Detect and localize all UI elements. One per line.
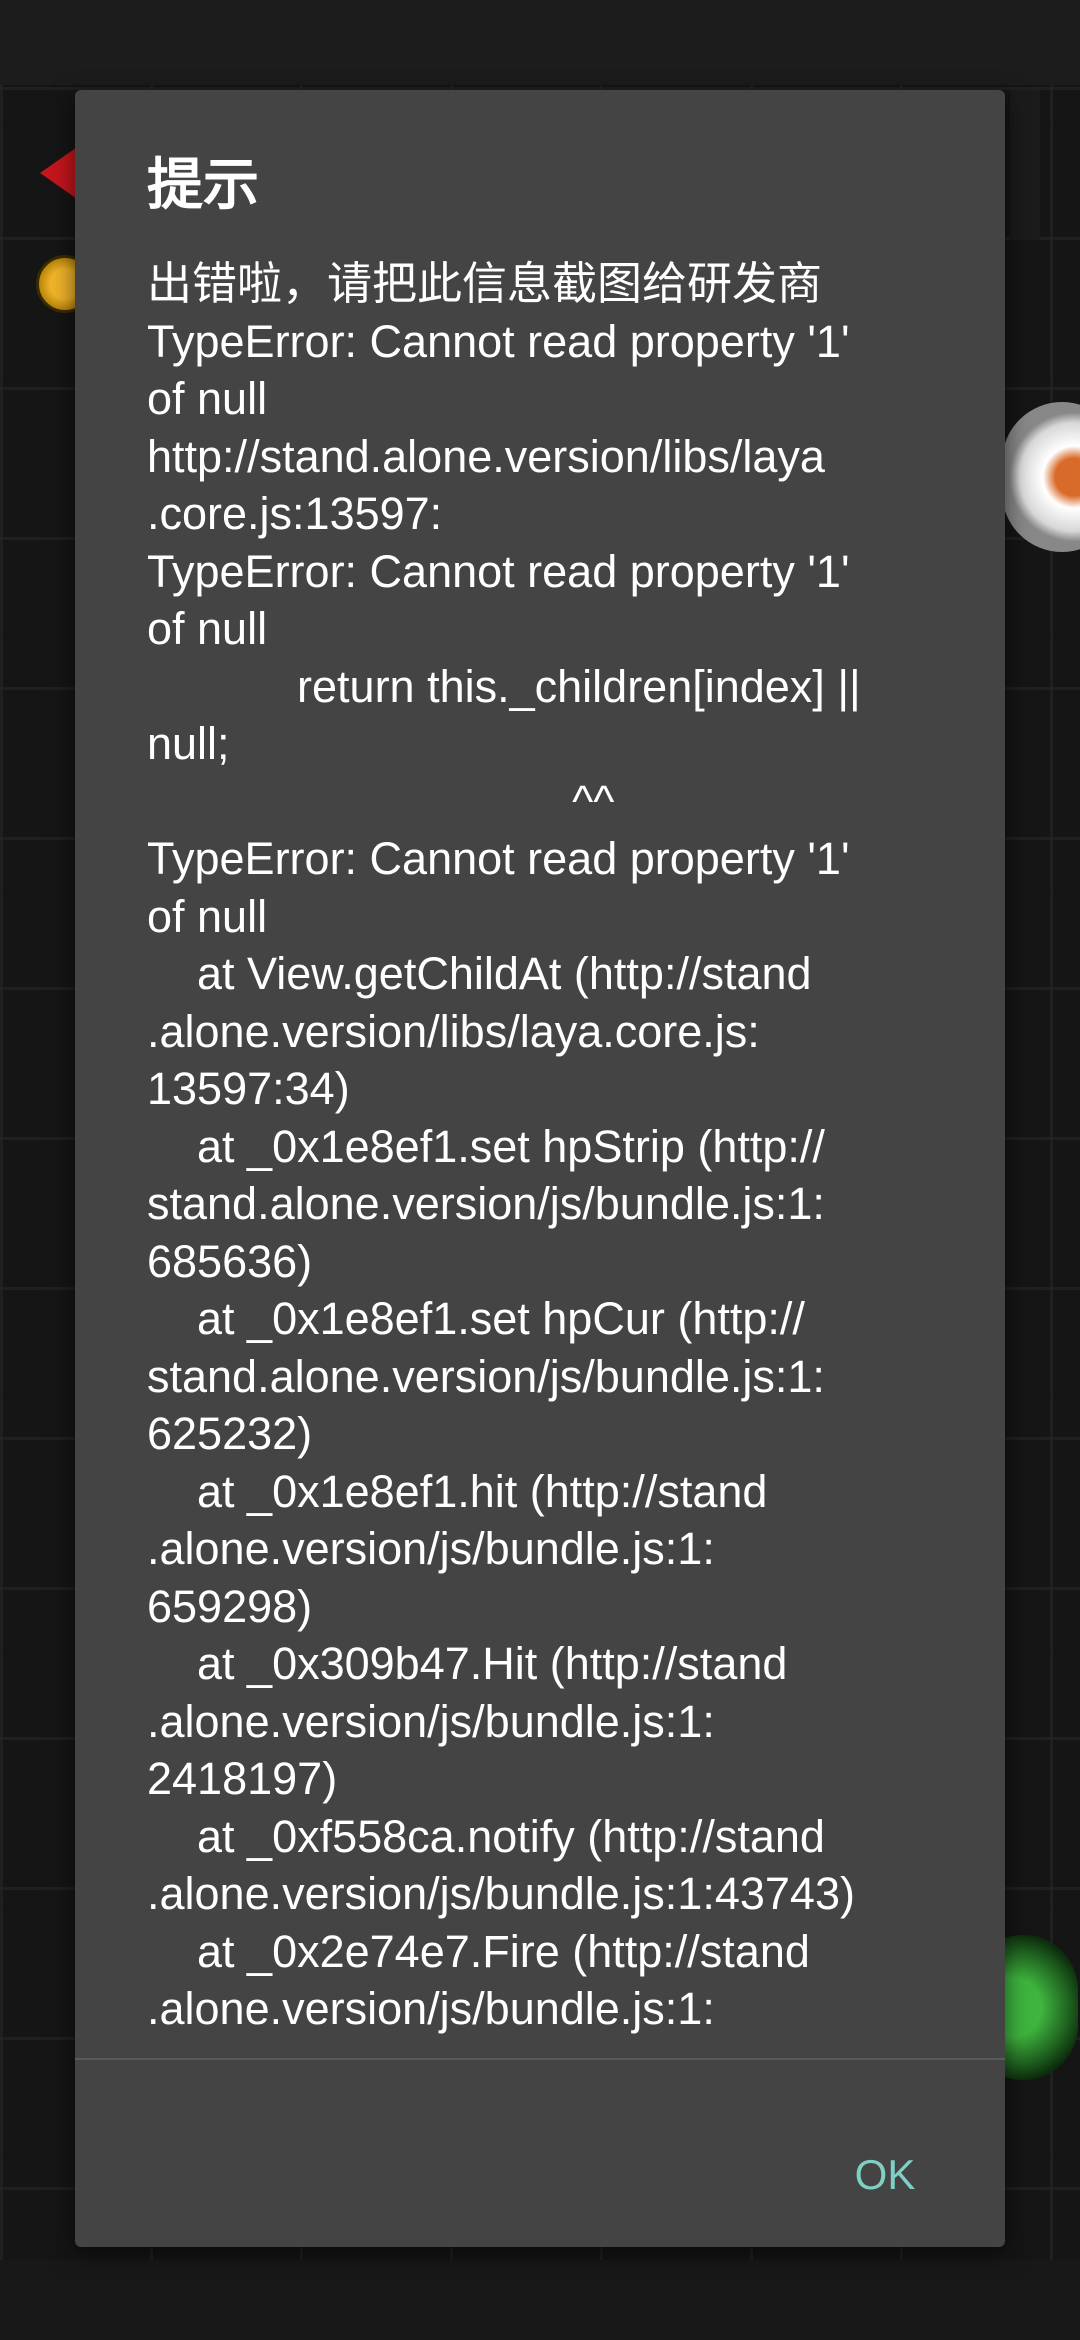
error-dialog: 提示 出错啦，请把此信息截图给研发商 TypeError: Cannot rea… — [75, 90, 1005, 2247]
back-arrow-icon[interactable] — [40, 145, 80, 201]
dialog-title: 提示 — [147, 153, 259, 218]
ok-button[interactable]: OK — [810, 2130, 960, 2220]
status-bar — [0, 0, 1080, 85]
bottom-bar — [0, 2260, 1080, 2340]
error-message-text: 出错啦，请把此信息截图给研发商 TypeError: Cannot read p… — [147, 258, 861, 2034]
dialog-divider — [75, 2058, 1005, 2060]
dialog-message-scroll[interactable]: 出错啦，请把此信息截图给研发商 TypeError: Cannot read p… — [147, 255, 987, 2058]
side-panel — [1010, 90, 1040, 240]
